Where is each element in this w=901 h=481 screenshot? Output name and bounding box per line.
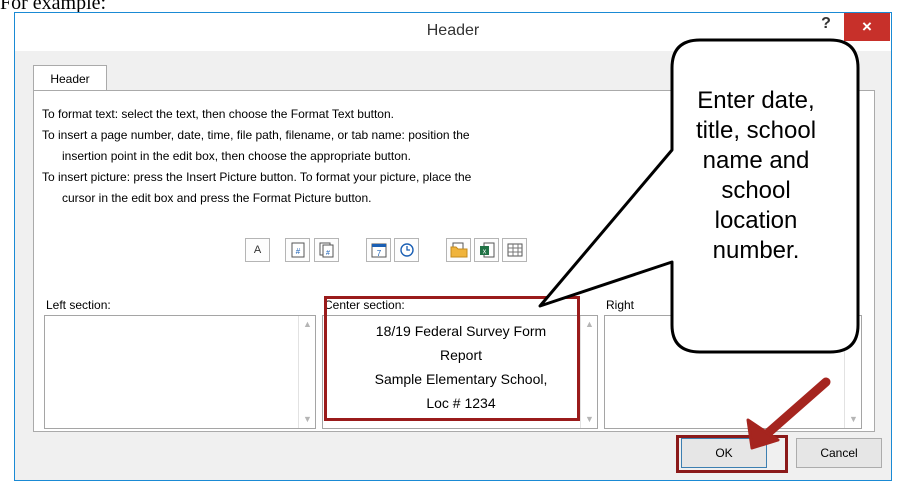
ok-button-highlight — [676, 435, 788, 473]
scroll-up-icon[interactable]: ▲ — [581, 316, 598, 333]
insert-date-button[interactable]: 7 — [366, 238, 391, 262]
svg-text:#: # — [326, 250, 330, 257]
svg-text:#: # — [295, 247, 300, 256]
scroll-down-icon[interactable]: ▼ — [845, 411, 862, 428]
instruction-line-5: cursor in the edit box and press the For… — [62, 191, 372, 205]
left-section-edit-box[interactable]: ▲ ▼ — [44, 315, 316, 429]
svg-text:x: x — [482, 249, 486, 256]
date-icon: 7 — [371, 243, 386, 258]
instruction-line-4: To insert picture: press the Insert Pict… — [42, 170, 472, 184]
callout-line-3: name and — [702, 147, 810, 174]
callout-line-5: location — [714, 207, 798, 234]
svg-text:7: 7 — [376, 249, 381, 258]
right-section-label: Right — [606, 298, 635, 312]
callout-line-1: Enter date, — [697, 87, 815, 114]
insert-sheet-name-button[interactable] — [502, 238, 527, 262]
callout-line-6: number. — [712, 237, 800, 264]
time-icon — [399, 243, 414, 257]
instruction-line-2: To insert a page number, date, time, fil… — [42, 128, 470, 142]
instruction-line-3: insertion point in the edit box, then ch… — [62, 149, 411, 163]
format-text-button[interactable]: A — [245, 238, 270, 262]
close-button[interactable]: × — [844, 13, 890, 41]
scroll-down-icon[interactable]: ▼ — [581, 411, 598, 428]
format-text-icon: A — [253, 244, 262, 256]
help-button[interactable]: ? — [815, 13, 837, 35]
page-number-icon: # — [291, 242, 304, 258]
center-section-highlight — [324, 296, 580, 421]
scroll-up-icon[interactable]: ▲ — [299, 316, 316, 333]
title-bar: Header ? × — [15, 13, 891, 51]
callout-line-2: title, school — [695, 117, 817, 144]
right-section-scrollbar[interactable]: ▲ ▼ — [844, 316, 861, 428]
cancel-button[interactable]: Cancel — [796, 438, 882, 468]
callout-text: Enter date, title, school name and schoo… — [660, 86, 852, 266]
file-path-icon — [450, 242, 467, 258]
callout-line-4: school — [721, 177, 791, 204]
tab-header[interactable]: Header — [33, 65, 107, 91]
center-section-scrollbar[interactable]: ▲ ▼ — [580, 316, 597, 428]
number-of-pages-icon: # — [319, 242, 333, 258]
scroll-up-icon[interactable]: ▲ — [845, 316, 862, 333]
left-section-label: Left section: — [46, 298, 111, 312]
dialog-title: Header — [426, 22, 480, 39]
scroll-down-icon[interactable]: ▼ — [299, 411, 316, 428]
instruction-line-1: To format text: select the text, then ch… — [42, 107, 394, 121]
right-section-edit-box[interactable]: ▲ ▼ — [604, 315, 862, 429]
insert-time-button[interactable] — [394, 238, 419, 262]
insert-file-path-button[interactable] — [446, 238, 471, 262]
filename-icon: x — [479, 242, 494, 258]
insert-number-of-pages-button[interactable]: # — [314, 238, 339, 262]
insert-page-number-button[interactable]: # — [285, 238, 310, 262]
insert-filename-button[interactable]: x — [474, 238, 499, 262]
left-section-scrollbar[interactable]: ▲ ▼ — [298, 316, 315, 428]
sheet-name-icon — [507, 243, 522, 257]
